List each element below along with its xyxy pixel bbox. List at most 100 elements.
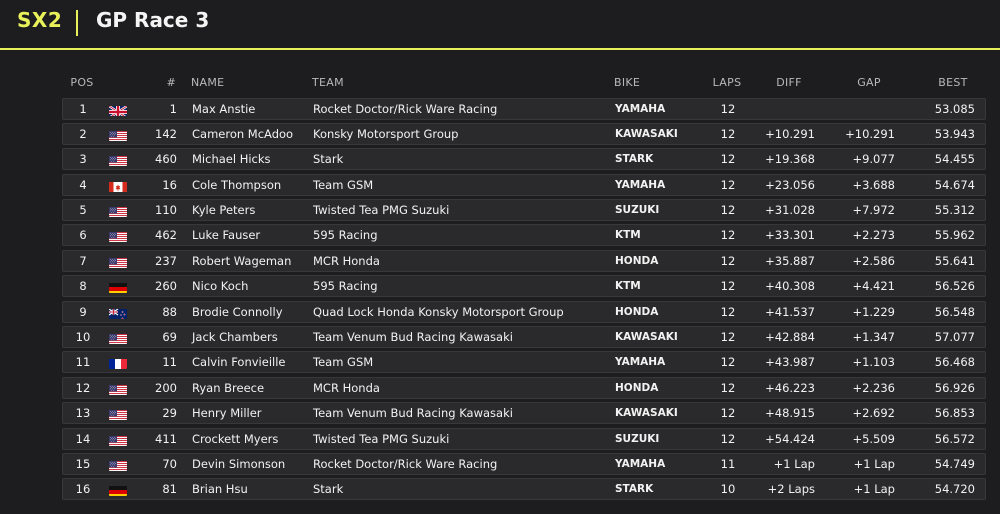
flag-de-icon bbox=[109, 281, 127, 294]
country-flag-cell bbox=[109, 99, 131, 121]
rider-number-cell: 260 bbox=[155, 279, 177, 294]
rider-name-cell: Ryan Breece bbox=[192, 380, 265, 395]
table-row[interactable]: 16 81 Brian Hsu Stark STARK 10 +2 Laps +1 Lap 54… bbox=[62, 478, 986, 501]
diff-cell: +33.301 bbox=[765, 228, 815, 243]
position-cell: 9 bbox=[79, 304, 87, 319]
table-row[interactable]: 5 110 Kyle Peters Twisted Tea PMG Suzuki SUZ… bbox=[62, 199, 986, 222]
gap-cell: +3.688 bbox=[852, 177, 895, 192]
column-header-gap[interactable]: GAP bbox=[832, 72, 906, 94]
diff-cell: +10.291 bbox=[765, 126, 815, 141]
laps-cell: 12 bbox=[720, 406, 736, 421]
country-flag-cell bbox=[109, 454, 131, 476]
gap-cell: +5.509 bbox=[852, 431, 895, 446]
table-row[interactable]: 4 16 Cole Thompson Team GSM YAMAHA 12 +23.056 +… bbox=[62, 173, 986, 197]
diff-cell: +2 Laps bbox=[767, 482, 815, 497]
best-lap-cell: 56.572 bbox=[934, 431, 975, 446]
column-header-team[interactable]: TEAM bbox=[312, 72, 612, 94]
bike-cell: YAMAHA bbox=[615, 102, 666, 115]
gap-cell: +2.273 bbox=[852, 228, 895, 243]
best-lap-cell: 54.720 bbox=[934, 482, 975, 497]
column-header-diff[interactable]: DIFF bbox=[752, 72, 826, 94]
laps-cell: 12 bbox=[720, 101, 736, 116]
country-flag-cell bbox=[109, 124, 131, 146]
team-cell: Team Venum Bud Racing Kawasaki bbox=[313, 330, 513, 345]
best-lap-cell: 56.468 bbox=[934, 355, 975, 370]
rider-name-cell: Brodie Connolly bbox=[192, 304, 283, 319]
table-row[interactable]: 12 200 Ryan Breece MCR Honda HONDA 12 +46.223 +… bbox=[62, 376, 986, 399]
country-flag-cell bbox=[109, 302, 131, 324]
flag-us-icon bbox=[109, 154, 127, 167]
table-row[interactable]: 9 88 Brodie Connolly Quad Lock Honda Konsky… bbox=[62, 300, 986, 324]
best-lap-cell: 57.077 bbox=[934, 330, 975, 345]
gap-cell: +1.347 bbox=[852, 330, 895, 345]
team-cell: Stark bbox=[313, 152, 344, 167]
country-flag-cell bbox=[109, 251, 131, 273]
rider-name-cell: Kyle Peters bbox=[192, 203, 256, 218]
table-row[interactable]: 13 29 Henry Miller Team Venum Bud Racing Ka… bbox=[62, 402, 986, 425]
table-row[interactable]: 15 70 Devin Simonson Rocket Doctor/Rick War… bbox=[62, 452, 986, 476]
best-lap-cell: 54.674 bbox=[934, 177, 975, 192]
rider-number-cell: 70 bbox=[162, 456, 177, 471]
rider-number-cell: 462 bbox=[155, 228, 177, 243]
gap-cell: +2.692 bbox=[852, 406, 895, 421]
column-header-bike[interactable]: BIKE bbox=[614, 72, 704, 94]
diff-cell: +54.424 bbox=[765, 431, 815, 446]
table-row[interactable]: 2 142 Cameron McAdoo Konsky Motorsport Grou… bbox=[62, 122, 986, 146]
diff-cell: +46.223 bbox=[765, 380, 815, 395]
gap-cell: +7.972 bbox=[852, 203, 895, 218]
bike-cell: YAMAHA bbox=[615, 178, 666, 191]
bike-cell: HONDA bbox=[615, 254, 659, 267]
rider-number-cell: 88 bbox=[162, 304, 177, 319]
table-row[interactable]: 3 460 Michael Hicks Stark STARK 12 +19.368 +9.0… bbox=[62, 148, 986, 171]
column-header-number[interactable]: # bbox=[140, 72, 176, 94]
team-cell: Team GSM bbox=[313, 355, 374, 370]
country-flag-cell bbox=[109, 175, 131, 197]
table-row[interactable]: 8 260 Nico Koch 595 Racing KTM 12 +40.308 +4.42… bbox=[62, 275, 986, 298]
team-cell: 595 Racing bbox=[313, 228, 378, 243]
laps-cell: 12 bbox=[720, 431, 736, 446]
column-header-pos[interactable]: POS bbox=[62, 72, 102, 94]
position-cell: 8 bbox=[79, 279, 87, 294]
laps-cell: 12 bbox=[720, 203, 736, 218]
rider-name-cell: Devin Simonson bbox=[192, 456, 286, 471]
table-row[interactable]: 14 411 Crockett Myers Twisted Tea PMG Suzuk… bbox=[62, 427, 986, 450]
country-flag-cell bbox=[109, 352, 131, 374]
column-header-best[interactable]: BEST bbox=[918, 72, 988, 94]
rider-name-cell: Crockett Myers bbox=[192, 431, 279, 446]
team-cell: Team Venum Bud Racing Kawasaki bbox=[313, 406, 513, 421]
diff-cell: +1 Lap bbox=[773, 456, 815, 471]
rider-name-cell: Max Anstie bbox=[192, 101, 256, 116]
flag-nz-icon bbox=[109, 307, 127, 319]
team-cell: Rocket Doctor/Rick Ware Racing bbox=[313, 456, 498, 471]
flag-us-icon bbox=[109, 230, 127, 243]
rider-name-cell: Robert Wageman bbox=[192, 253, 292, 268]
position-cell: 6 bbox=[79, 228, 87, 243]
diff-cell: +31.028 bbox=[765, 203, 815, 218]
bike-cell: SUZUKI bbox=[615, 204, 660, 217]
table-row[interactable]: 1 1 Max Anstie Rocket Doctor/Rick Ware Raci… bbox=[62, 97, 986, 121]
bike-cell: KAWASAKI bbox=[615, 127, 678, 140]
column-header-name[interactable]: NAME bbox=[191, 72, 306, 94]
bike-cell: HONDA bbox=[615, 305, 659, 318]
laps-cell: 10 bbox=[720, 482, 736, 497]
table-row[interactable]: 10 69 Jack Chambers Team Venum Bud Racing K… bbox=[62, 326, 986, 349]
team-cell: Rocket Doctor/Rick Ware Racing bbox=[313, 101, 498, 116]
team-cell: Stark bbox=[313, 482, 344, 497]
best-lap-cell: 54.749 bbox=[934, 456, 975, 471]
diff-cell: +42.884 bbox=[765, 330, 815, 345]
rider-name-cell: Brian Hsu bbox=[192, 482, 248, 497]
team-cell: Twisted Tea PMG Suzuki bbox=[313, 431, 450, 446]
position-cell: 16 bbox=[75, 482, 91, 497]
position-cell: 7 bbox=[79, 253, 87, 268]
best-lap-cell: 56.853 bbox=[934, 406, 975, 421]
table-row[interactable]: 7 237 Robert Wageman MCR Honda HONDA 12 +35.88… bbox=[62, 249, 986, 273]
rider-number-cell: 29 bbox=[162, 406, 177, 421]
best-lap-cell: 55.641 bbox=[934, 253, 975, 268]
column-header-laps[interactable]: LAPS bbox=[702, 72, 752, 94]
table-row[interactable]: 6 462 Luke Fauser 595 Racing KTM 12 +33.301 +2.… bbox=[62, 224, 986, 247]
bike-cell: KAWASAKI bbox=[615, 407, 678, 420]
position-cell: 15 bbox=[75, 456, 91, 471]
laps-cell: 12 bbox=[720, 126, 736, 141]
table-row[interactable]: 11 11 Calvin Fonvieille Team GSM YAMAHA 12 +43… bbox=[62, 351, 986, 374]
diff-cell: +23.056 bbox=[765, 177, 815, 192]
